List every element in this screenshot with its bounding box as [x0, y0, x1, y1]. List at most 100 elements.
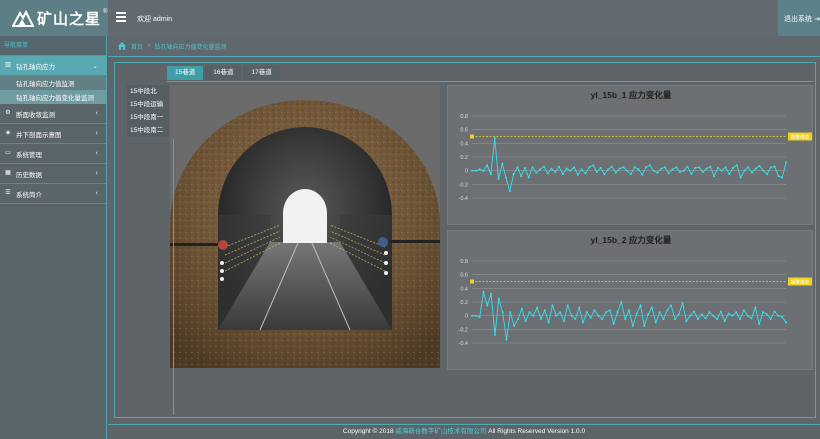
data-point[interactable]: [595, 171, 598, 173]
data-point[interactable]: [494, 333, 496, 336]
data-point[interactable]: [666, 309, 669, 312]
data-point[interactable]: [527, 176, 530, 179]
data-point[interactable]: [474, 314, 477, 317]
data-point[interactable]: [762, 169, 765, 172]
data-point[interactable]: [614, 171, 617, 174]
sidebar-item-convergence[interactable]: ⚙ 断面收敛监测 ‹: [0, 104, 106, 124]
data-point[interactable]: [723, 320, 726, 323]
data-point[interactable]: [724, 166, 727, 169]
sidebar-item-system[interactable]: ▭ 系统管理 ‹: [0, 144, 106, 164]
data-point[interactable]: [471, 169, 473, 172]
data-point[interactable]: [547, 321, 550, 324]
data-point[interactable]: [624, 318, 627, 321]
data-point[interactable]: [698, 166, 700, 169]
data-point[interactable]: [593, 309, 596, 312]
data-point[interactable]: [700, 313, 703, 316]
data-point[interactable]: [694, 166, 697, 169]
home-icon[interactable]: [118, 42, 126, 50]
data-point[interactable]: [478, 316, 481, 318]
data-point[interactable]: [482, 290, 485, 293]
data-point[interactable]: [501, 162, 504, 165]
data-point[interactable]: [656, 171, 659, 174]
data-point[interactable]: [513, 324, 516, 327]
data-point[interactable]: [555, 314, 558, 317]
data-point[interactable]: [539, 318, 542, 321]
data-point[interactable]: [546, 172, 549, 175]
data-point[interactable]: [758, 164, 761, 167]
data-point[interactable]: [558, 165, 560, 168]
data-point[interactable]: [601, 318, 604, 321]
data-point[interactable]: [660, 167, 663, 170]
data-point[interactable]: [490, 292, 493, 295]
data-point[interactable]: [520, 307, 523, 310]
data-point[interactable]: [641, 173, 644, 176]
data-point[interactable]: [701, 171, 704, 173]
data-point[interactable]: [731, 314, 734, 317]
data-point[interactable]: [751, 171, 753, 174]
data-point[interactable]: [542, 165, 545, 168]
data-point[interactable]: [501, 311, 504, 314]
data-point[interactable]: [739, 318, 741, 321]
data-point[interactable]: [532, 314, 535, 317]
data-point[interactable]: [574, 318, 577, 321]
data-point[interactable]: [516, 166, 519, 169]
data-point[interactable]: [584, 172, 587, 175]
sidebar-item-borehole-stress[interactable]: ▥ 钻孔轴向应力 ⌄: [0, 56, 106, 76]
data-point[interactable]: [576, 173, 579, 176]
data-point[interactable]: [633, 166, 636, 169]
data-point[interactable]: [671, 168, 674, 171]
data-point[interactable]: [686, 165, 689, 168]
data-point[interactable]: [554, 171, 557, 173]
data-point[interactable]: [589, 316, 592, 319]
data-point[interactable]: [704, 317, 707, 320]
data-point[interactable]: [643, 324, 646, 327]
data-point[interactable]: [769, 318, 772, 321]
sidebar-subitem-stress-value[interactable]: 钻孔轴向应力值监测: [0, 76, 106, 90]
data-point[interactable]: [569, 169, 572, 172]
data-point[interactable]: [573, 166, 576, 169]
menu-toggle-button[interactable]: [116, 12, 126, 22]
data-point[interactable]: [762, 311, 764, 314]
data-point[interactable]: [696, 318, 699, 321]
data-point[interactable]: [754, 306, 757, 309]
data-point[interactable]: [528, 311, 531, 314]
data-point[interactable]: [675, 166, 678, 169]
data-point[interactable]: [746, 314, 749, 317]
data-point[interactable]: [505, 338, 508, 341]
data-point[interactable]: [689, 314, 692, 317]
data-point[interactable]: [622, 166, 625, 169]
data-point[interactable]: [681, 302, 684, 305]
data-point[interactable]: [629, 173, 632, 176]
data-point[interactable]: [693, 310, 696, 313]
data-point[interactable]: [663, 166, 666, 169]
data-point[interactable]: [719, 310, 722, 313]
tab-16[interactable]: 16巷道: [205, 66, 242, 80]
data-point[interactable]: [489, 173, 492, 176]
data-point[interactable]: [631, 324, 634, 327]
data-point[interactable]: [662, 318, 665, 321]
data-point[interactable]: [599, 166, 602, 169]
data-point[interactable]: [690, 173, 693, 176]
data-point[interactable]: [727, 312, 730, 315]
data-point[interactable]: [612, 322, 615, 325]
data-point[interactable]: [639, 304, 642, 307]
data-point[interactable]: [628, 309, 630, 312]
data-point[interactable]: [739, 176, 742, 179]
data-point[interactable]: [658, 311, 661, 314]
data-point[interactable]: [620, 301, 623, 303]
data-point[interactable]: [471, 314, 473, 317]
data-point[interactable]: [474, 169, 477, 172]
data-point[interactable]: [561, 173, 564, 176]
data-point[interactable]: [637, 168, 640, 171]
data-point[interactable]: [712, 314, 715, 317]
data-point[interactable]: [493, 136, 496, 139]
data-point[interactable]: [618, 167, 621, 170]
data-point[interactable]: [735, 164, 738, 167]
data-point[interactable]: [570, 314, 573, 317]
roadway-item-north[interactable]: 15中段北: [127, 85, 169, 98]
data-point[interactable]: [754, 167, 757, 170]
data-point[interactable]: [582, 321, 584, 324]
data-point[interactable]: [588, 166, 591, 169]
data-point[interactable]: [486, 164, 489, 167]
data-point[interactable]: [685, 320, 688, 323]
